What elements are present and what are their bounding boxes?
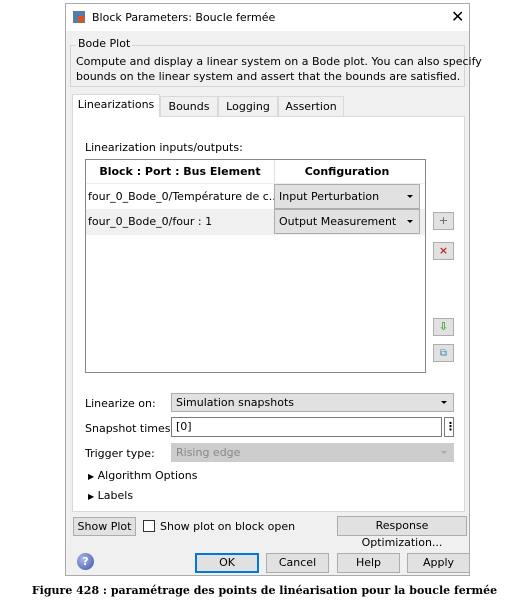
highlight-button[interactable]: ⧉: [433, 344, 454, 362]
configuration-dropdown[interactable]: Output Measurement: [274, 209, 420, 234]
tab-logging[interactable]: Logging: [218, 96, 278, 116]
import-button[interactable]: ⇩: [433, 318, 454, 336]
download-arrow-icon: ⇩: [438, 320, 449, 333]
dropdown-value: Output Measurement: [279, 215, 397, 228]
linearize-on-label: Linearize on:: [85, 397, 156, 410]
tab-assertion[interactable]: Assertion: [278, 96, 344, 116]
remove-button[interactable]: ×: [433, 242, 454, 260]
block-cell: four_0_Bode_0/four : 1: [88, 215, 213, 228]
trigger-type-dropdown: Rising edge: [171, 443, 454, 462]
algorithm-options-section[interactable]: ▶ Algorithm Options: [88, 469, 197, 482]
io-table[interactable]: Block : Port : Bus Element Configuration…: [85, 159, 426, 373]
section-label: Labels: [97, 489, 134, 502]
io-label: Linearization inputs/outputs:: [85, 141, 243, 154]
column-header-configuration[interactable]: Configuration: [274, 160, 420, 183]
title-bar: Block Parameters: Boucle fermée ✕: [66, 4, 469, 31]
more-options-button[interactable]: ⋮: [444, 417, 456, 437]
expand-triangle-icon: ▶: [88, 472, 95, 481]
group-title: Bode Plot: [76, 37, 133, 50]
table-row[interactable]: four_0_Bode_0/Température de c... Input …: [86, 183, 425, 210]
configuration-dropdown[interactable]: Input Perturbation: [274, 184, 420, 209]
show-plot-button[interactable]: Show Plot: [73, 517, 136, 536]
response-optimization-button[interactable]: Response Optimization...: [337, 516, 467, 549]
apply-button[interactable]: Apply: [407, 553, 470, 573]
tab-linearizations[interactable]: Linearizations: [72, 94, 160, 117]
column-header-block[interactable]: Block : Port : Bus Element: [86, 160, 275, 183]
chevron-down-icon: [407, 195, 413, 198]
window-title: Block Parameters: Boucle fermée: [92, 11, 276, 24]
expand-triangle-icon: ▶: [88, 492, 95, 501]
table-row[interactable]: four_0_Bode_0/four : 1 Output Measuremen…: [86, 209, 425, 235]
labels-section[interactable]: ▶ Labels: [88, 489, 133, 502]
show-plot-checkbox[interactable]: [143, 520, 155, 532]
add-button[interactable]: +: [433, 212, 454, 230]
show-plot-on-open-label: Show plot on block open: [160, 520, 296, 533]
help-button[interactable]: Help: [337, 553, 400, 573]
snapshot-times-label: Snapshot times:: [85, 422, 175, 435]
snapshot-times-input[interactable]: [0]: [171, 417, 442, 437]
dropdown-value: Input Perturbation: [279, 190, 380, 203]
chevron-down-icon: [407, 220, 413, 223]
dropdown-value: Simulation snapshots: [176, 396, 294, 409]
linearize-on-dropdown[interactable]: Simulation snapshots: [171, 393, 454, 412]
trigger-type-label: Trigger type:: [85, 447, 155, 460]
dropdown-value: Rising edge: [176, 446, 241, 459]
tab-bounds[interactable]: Bounds: [160, 96, 218, 116]
block-parameters-dialog: Block Parameters: Boucle fermée ✕ Bode P…: [65, 3, 482, 576]
figure-caption: Figure 428 : paramétrage des points de l…: [31, 584, 498, 597]
block-link-icon: ⧉: [439, 348, 448, 359]
cancel-button[interactable]: Cancel: [266, 553, 329, 573]
simulink-block-icon: [73, 11, 85, 23]
chevron-down-icon: [441, 401, 447, 404]
close-icon[interactable]: ✕: [451, 7, 464, 26]
ok-button[interactable]: OK: [195, 553, 259, 573]
help-icon[interactable]: ?: [77, 553, 94, 570]
block-cell: four_0_Bode_0/Température de c...: [88, 190, 280, 203]
chevron-down-icon: [441, 451, 447, 454]
description: bounds on the linear system and assert t…: [76, 70, 461, 83]
section-label: Algorithm Options: [97, 469, 198, 482]
description: Compute and display a linear system on a…: [76, 55, 482, 68]
